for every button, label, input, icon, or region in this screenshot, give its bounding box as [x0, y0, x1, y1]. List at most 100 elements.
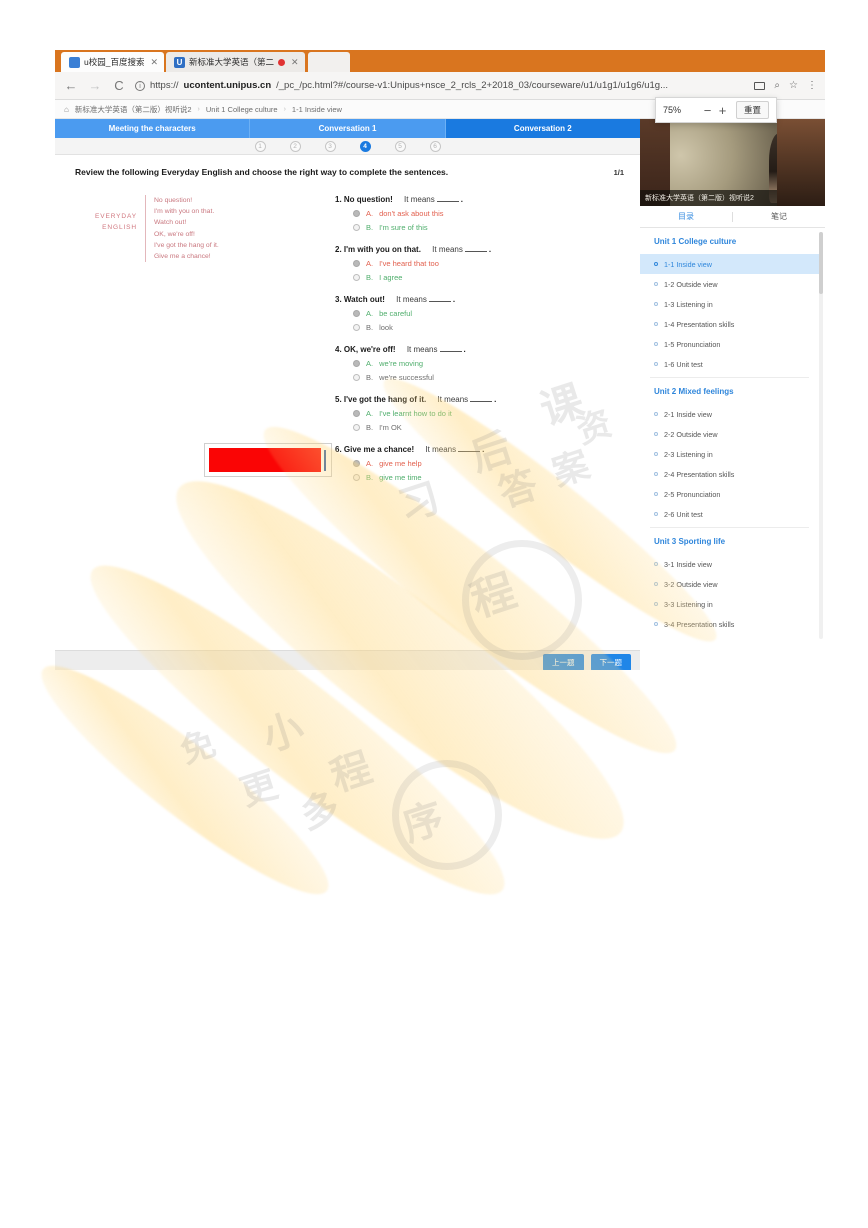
breadcrumb-item-1[interactable]: Unit 1 College culture: [206, 105, 278, 114]
unit-1-title[interactable]: Unit 1 College culture: [640, 228, 819, 254]
question-3-option-b[interactable]: B. look: [335, 323, 624, 332]
question-4: 4. OK, we're off! It means. A. we're mov…: [335, 345, 624, 382]
browser-tab-1[interactable]: U 新标准大学英语（第二 ✕: [166, 52, 305, 72]
info-circle-icon[interactable]: i: [135, 80, 145, 91]
sidebar-item-label: 3-3 Listening in: [664, 599, 713, 609]
question-phrase: I've got the hang of it.: [343, 395, 427, 404]
sidebar-item-label: 1-3 Listening in: [664, 299, 713, 309]
browser-tab-0[interactable]: u校园_百度搜索 ✕: [61, 52, 165, 72]
zoom-reset-button[interactable]: 重置: [735, 101, 769, 119]
address-bar[interactable]: i https:// ucontent.unipus.cn /_pc_/pc.htm…: [135, 80, 746, 91]
sidebar-item-1-4[interactable]: 1-4 Presentation skills: [640, 314, 819, 334]
breadcrumb-item-2: 1-1 Inside view: [291, 104, 342, 114]
option-text: give me time: [379, 473, 422, 482]
back-button[interactable]: ←: [63, 79, 79, 92]
radio-icon[interactable]: [353, 310, 360, 317]
radio-icon[interactable]: [353, 274, 360, 281]
tab-meeting-the-characters[interactable]: Meeting the characters: [55, 119, 251, 138]
radio-icon[interactable]: [353, 360, 360, 367]
radio-icon[interactable]: [353, 324, 360, 331]
next-question-button[interactable]: 下一题: [590, 654, 631, 670]
option-text: I'm OK: [379, 423, 402, 432]
previous-question-button[interactable]: 上一题: [543, 654, 584, 670]
option-letter: B.: [366, 423, 374, 432]
sidebar-item-2-2[interactable]: 2-2 Outside view: [640, 424, 819, 444]
question-4-option-b[interactable]: B. we're successful: [335, 373, 624, 382]
radio-icon[interactable]: [353, 410, 360, 417]
sidebar-item-3-4[interactable]: 3-4 Presentation skills: [640, 614, 819, 634]
answer-blank: [470, 401, 493, 402]
question-6-option-a[interactable]: A. give me help: [335, 459, 624, 468]
sidebar-item-2-3[interactable]: 2-3 Listening in: [640, 444, 819, 464]
forward-button[interactable]: →: [87, 79, 103, 92]
sidebar-item-3-3[interactable]: 3-3 Listening in: [640, 594, 819, 614]
step-4[interactable]: 4: [359, 140, 371, 152]
step-3[interactable]: 3: [324, 140, 336, 152]
home-icon[interactable]: ⌂: [64, 105, 69, 114]
radio-icon[interactable]: [353, 474, 360, 481]
step-5[interactable]: 5: [394, 140, 406, 152]
radio-icon[interactable]: [353, 424, 360, 431]
radio-icon[interactable]: [353, 224, 360, 231]
sidebar-item-2-6[interactable]: 2-6 Unit test: [640, 504, 819, 524]
tab-conversation-1[interactable]: Conversation 1: [250, 119, 446, 138]
step-6[interactable]: 6: [429, 140, 441, 152]
sidebar-item-3-1[interactable]: 3-1 Inside view: [640, 554, 819, 574]
sidebar-item-1-2[interactable]: 1-2 Outside view: [640, 274, 819, 294]
browser-tab-0-title: u校园_百度搜索: [84, 57, 145, 67]
sidebar-item-3-2[interactable]: 3-2 Outside view: [640, 574, 819, 594]
radio-icon[interactable]: [353, 374, 360, 381]
question-1-option-b[interactable]: B. I'm sure of this: [335, 223, 624, 232]
tab-conversation-2[interactable]: Conversation 2: [445, 119, 640, 138]
question-2-option-b[interactable]: B. I agree: [335, 273, 624, 282]
sidebar-item-2-4[interactable]: 2-4 Presentation skills: [640, 464, 819, 484]
scrollbar[interactable]: [819, 232, 823, 639]
zoom-in-button[interactable]: +: [715, 103, 730, 118]
sidebar-item-2-5[interactable]: 2-5 Pronunciation: [640, 484, 819, 504]
question-number: 6.: [335, 445, 342, 454]
question-5-option-a[interactable]: A. I've learnt how to do it: [335, 409, 624, 418]
unit-2-title[interactable]: Unit 2 Mixed feelings: [640, 378, 819, 404]
radio-icon[interactable]: [353, 210, 360, 217]
radio-icon[interactable]: [353, 260, 360, 267]
question-5-stem: 5. I've got the hang of it. It means.: [335, 395, 497, 404]
sidebar-item-2-1[interactable]: 2-1 Inside view: [640, 404, 819, 424]
question-means: It means: [432, 245, 463, 254]
question-2-option-a[interactable]: A. I've heard that too: [335, 259, 624, 268]
breadcrumb-item-0[interactable]: 新标准大学英语（第二版）视听说2: [75, 104, 192, 115]
question-6-option-b[interactable]: B. give me time: [335, 473, 624, 482]
bullet-icon: [654, 342, 658, 346]
zoom-out-button[interactable]: −: [700, 103, 715, 118]
sidebar-item-1-5[interactable]: 1-5 Pronunciation: [640, 334, 819, 354]
answer-blank: [436, 201, 459, 202]
radio-icon[interactable]: [353, 460, 360, 467]
close-icon[interactable]: ✕: [291, 57, 299, 68]
star-icon[interactable]: ☆: [789, 80, 798, 91]
question-5-option-b[interactable]: B. I'm OK: [335, 423, 624, 432]
new-tab-button[interactable]: [307, 52, 350, 72]
sidebar-item-1-3[interactable]: 1-3 Listening in: [640, 294, 819, 314]
tab-contents[interactable]: 目录: [640, 211, 732, 222]
list-item: Watch out!: [154, 219, 187, 227]
question-phrase: OK, we're off!: [343, 345, 396, 354]
close-icon[interactable]: ✕: [150, 57, 158, 68]
unit-3-title[interactable]: Unit 3 Sporting life: [640, 528, 819, 554]
sidebar-item-1-6[interactable]: 1-6 Unit test: [640, 354, 819, 374]
question-3-option-a[interactable]: A. be careful: [335, 309, 624, 318]
sidebar-item-label: 1-4 Presentation skills: [664, 319, 735, 329]
step-2[interactable]: 2: [289, 140, 301, 152]
cast-icon[interactable]: [754, 81, 766, 90]
sidebar-item-label: 2-2 Outside view: [664, 429, 718, 439]
search-icon[interactable]: ⌕: [774, 80, 780, 91]
step-1[interactable]: 1: [254, 140, 266, 152]
tab-notes[interactable]: 笔记: [733, 211, 825, 222]
menu-kebab-icon[interactable]: ⋮: [807, 80, 817, 91]
bullet-icon: [654, 322, 658, 326]
option-text: don't ask about this: [379, 209, 444, 218]
list-item: I'm with you on that.: [154, 208, 215, 216]
question-4-option-a[interactable]: A. we're moving: [335, 359, 624, 368]
sidebar-item-1-1[interactable]: 1-1 Inside view: [640, 254, 819, 274]
question-1-option-a[interactable]: A. don't ask about this: [335, 209, 624, 218]
redacted-input-field[interactable]: [204, 443, 332, 477]
reload-button[interactable]: C: [111, 79, 127, 92]
